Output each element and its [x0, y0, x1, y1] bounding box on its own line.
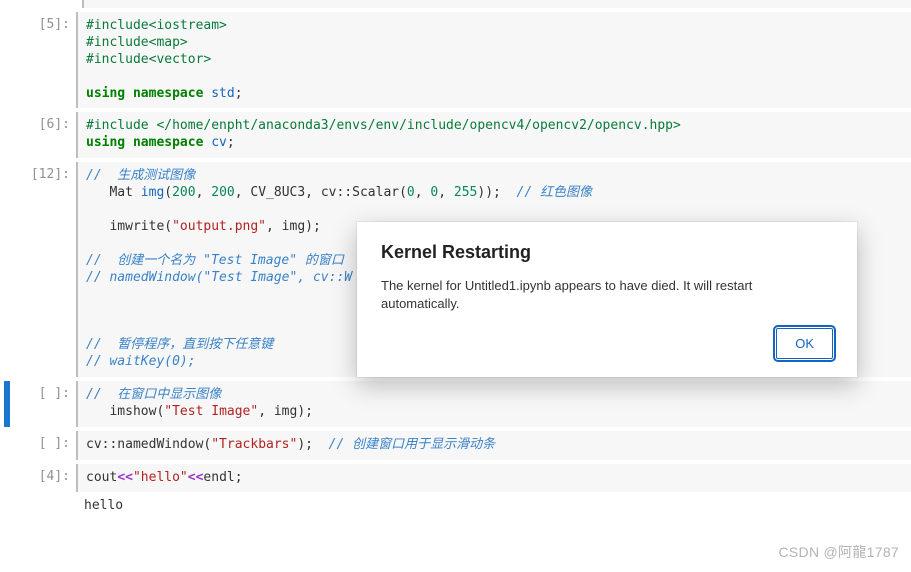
dialog-message: The kernel for Untitled1.ipynb appears t…	[357, 263, 857, 316]
ok-button[interactable]: OK	[776, 328, 833, 359]
dialog-title: Kernel Restarting	[357, 222, 857, 263]
kernel-restart-dialog: Kernel Restarting The kernel for Untitle…	[357, 222, 857, 377]
watermark: CSDN @阿龍1787	[778, 542, 899, 562]
dialog-backdrop[interactable]: Kernel Restarting The kernel for Untitle…	[0, 0, 911, 572]
